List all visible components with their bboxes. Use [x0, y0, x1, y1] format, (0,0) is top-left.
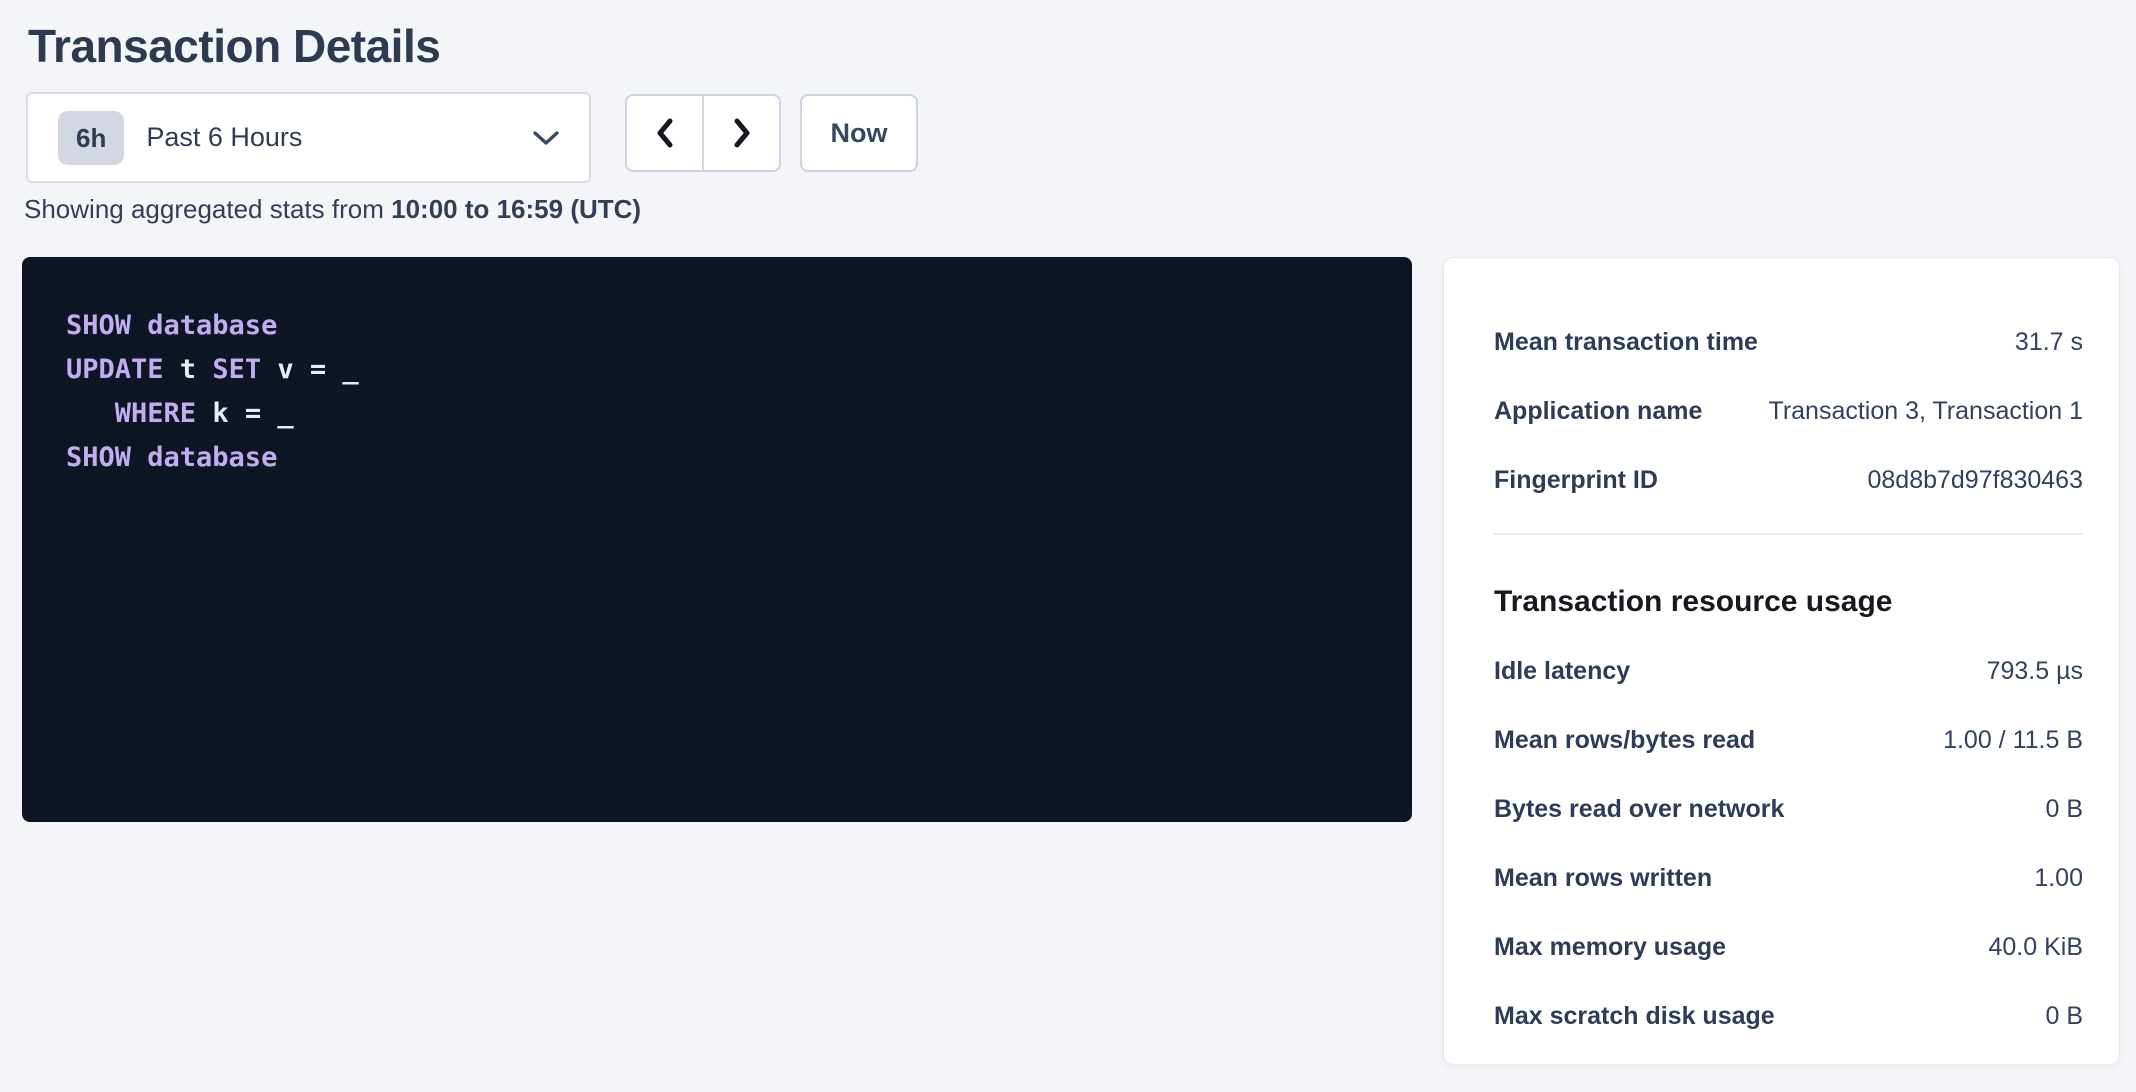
sql-token-plain: v = _	[261, 354, 359, 385]
sql-token-plain: t	[164, 354, 213, 385]
stat-value: 31.7 s	[2015, 326, 2083, 358]
stat-row: Max memory usage 40.0 KiB	[1494, 931, 2083, 963]
stat-value: Transaction 3, Transaction 1	[1768, 395, 2083, 427]
chevron-left-icon	[653, 116, 677, 150]
time-controls: 6h Past 6 Hours Now	[26, 92, 2136, 183]
stat-value: 40.0 KiB	[1988, 931, 2083, 963]
summary-rows: Mean transaction time 31.7 s Application n…	[1494, 326, 2083, 496]
sql-token-keyword: SHOW database	[66, 310, 277, 341]
sql-statement-box: SHOW database UPDATE t SET v = _ WHERE k …	[22, 257, 1412, 822]
stat-value: 1.00	[2034, 862, 2083, 894]
transaction-summary-card: Mean transaction time 31.7 s Application n…	[1443, 257, 2120, 1065]
chevron-down-icon	[531, 129, 561, 147]
stat-row: Max scratch disk usage 0 B	[1494, 1000, 2083, 1032]
stat-row: Mean rows written 1.00	[1494, 862, 2083, 894]
time-range-badge: 6h	[58, 111, 124, 165]
stat-value: 793.5 µs	[1987, 655, 2083, 687]
stat-row: Bytes read over network 0 B	[1494, 793, 2083, 825]
sql-line: WHERE k = _	[66, 392, 1392, 436]
sql-token-keyword: SHOW database	[66, 442, 277, 473]
sql-token-keyword: WHERE	[115, 398, 196, 429]
stat-row: Application name Transaction 3, Transacti…	[1494, 395, 2083, 427]
prev-time-button[interactable]	[625, 94, 703, 172]
time-nav-buttons	[625, 94, 781, 172]
stat-label: Mean rows written	[1494, 862, 1736, 894]
main-content: SHOW database UPDATE t SET v = _ WHERE k …	[22, 257, 2136, 1065]
stats-period-text: Showing aggregated stats from 10:00 to 1…	[24, 193, 2136, 225]
sql-token-keyword: UPDATE	[66, 354, 164, 385]
stat-value: 08d8b7d97f830463	[1867, 464, 2083, 496]
sql-token-plain: k = _	[196, 398, 294, 429]
sql-line: SHOW database	[66, 436, 1392, 480]
stat-row: Fingerprint ID 08d8b7d97f830463	[1494, 464, 2083, 496]
resource-usage-heading: Transaction resource usage	[1494, 583, 2083, 621]
next-time-button[interactable]	[703, 94, 781, 172]
stat-row: Mean rows/bytes read 1.00 / 11.5 B	[1494, 724, 2083, 756]
stat-label: Max memory usage	[1494, 931, 1750, 963]
stat-row: Idle latency 793.5 µs	[1494, 655, 2083, 687]
sql-line: SHOW database	[66, 304, 1392, 348]
stat-value: 0 B	[2045, 793, 2083, 825]
stat-label: Mean rows/bytes read	[1494, 724, 1779, 756]
stat-label: Fingerprint ID	[1494, 464, 1682, 496]
stat-value: 1.00 / 11.5 B	[1943, 724, 2083, 756]
now-button[interactable]: Now	[800, 94, 918, 172]
time-range-label: Past 6 Hours	[146, 122, 302, 153]
stat-label: Application name	[1494, 395, 1726, 427]
stat-label: Max scratch disk usage	[1494, 1000, 1799, 1032]
stat-value: 0 B	[2045, 1000, 2083, 1032]
sql-line: UPDATE t SET v = _	[66, 348, 1392, 392]
stat-label: Mean transaction time	[1494, 326, 1782, 358]
stat-label: Idle latency	[1494, 655, 1654, 687]
stats-period-prefix: Showing aggregated stats from	[24, 194, 391, 224]
chevron-right-icon	[730, 116, 754, 150]
time-range-dropdown[interactable]: 6h Past 6 Hours	[26, 92, 591, 183]
sql-token-plain	[66, 398, 115, 429]
card-divider	[1494, 533, 2083, 535]
page-title: Transaction Details	[28, 20, 2136, 72]
stat-label: Bytes read over network	[1494, 793, 1808, 825]
resource-rows: Idle latency 793.5 µs Mean rows/bytes read…	[1494, 655, 2083, 1032]
sql-token-keyword: SET	[212, 354, 261, 385]
stat-row: Mean transaction time 31.7 s	[1494, 326, 2083, 358]
stats-period-range: 10:00 to 16:59 (UTC)	[391, 194, 641, 224]
